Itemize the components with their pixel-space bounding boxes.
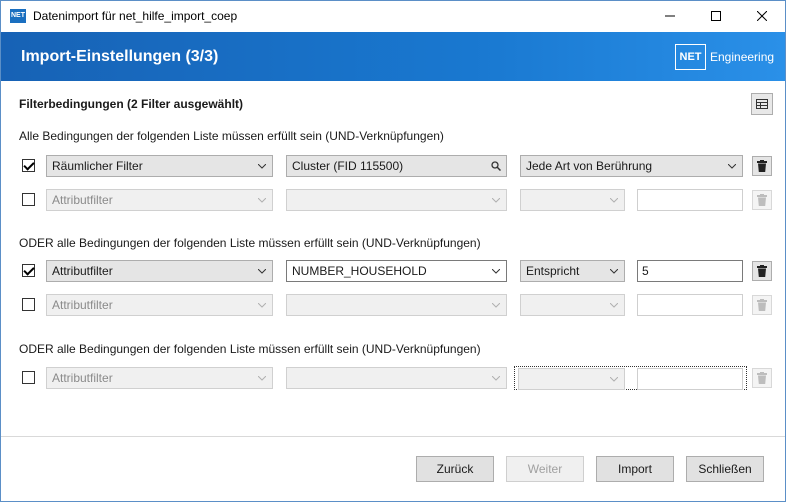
row-1-2-type-select[interactable]: Attributfilter (46, 189, 273, 211)
row-2-2-delete-button[interactable] (752, 295, 772, 315)
row-3-1-field-select[interactable] (286, 367, 507, 389)
close-icon (757, 11, 767, 21)
row-3-1-delete-button[interactable] (752, 368, 772, 388)
filter-heading: Filterbedingungen (2 Filter ausgewählt) (19, 97, 244, 111)
row-2-2-checkbox[interactable] (22, 298, 35, 311)
chevron-down-icon (609, 295, 619, 315)
chevron-down-icon (609, 261, 619, 281)
group-1-label: Alle Bedingungen der folgenden Liste müs… (19, 129, 444, 143)
chevron-down-icon (491, 190, 501, 210)
row-1-2-type-value: Attributfilter (52, 193, 113, 207)
minimize-icon (665, 15, 675, 17)
close-button[interactable]: Schließen (686, 456, 764, 482)
row-2-1-value-input[interactable]: 5 (637, 260, 743, 282)
row-1-2-checkbox[interactable] (22, 193, 35, 206)
trash-icon (757, 194, 767, 206)
trash-icon (757, 372, 767, 384)
row-1-1-operator-value: Jede Art von Berührung (526, 159, 653, 173)
row-1-1-checkbox[interactable] (22, 159, 35, 172)
close-window-button[interactable] (739, 1, 785, 31)
footer-divider (1, 436, 785, 437)
app-icon: NET (10, 9, 26, 23)
row-1-1-delete-button[interactable] (752, 156, 772, 176)
search-icon[interactable] (491, 156, 501, 176)
row-3-1-operator-select[interactable] (518, 368, 625, 390)
minimize-button[interactable] (647, 1, 693, 31)
row-1-1-field-value: Cluster (FID 115500) (292, 159, 404, 173)
trash-icon (757, 265, 767, 277)
row-3-1-type-select[interactable]: Attributfilter (46, 367, 273, 389)
row-1-2-value-input[interactable] (637, 189, 743, 211)
row-2-1-field-value: NUMBER_HOUSEHOLD (292, 264, 427, 278)
row-2-2-field-select[interactable] (286, 294, 507, 316)
row-2-1-checkbox[interactable] (22, 264, 35, 277)
row-2-2-operator-select[interactable] (520, 294, 625, 316)
row-1-2-delete-button[interactable] (752, 190, 772, 210)
chevron-down-icon (491, 295, 501, 315)
row-3-1-checkbox[interactable] (22, 371, 35, 384)
group-2-label: ODER alle Bedingungen der folgenden List… (19, 236, 481, 250)
chevron-down-icon (257, 295, 267, 315)
chevron-down-icon (257, 261, 267, 281)
row-1-1-field-picker[interactable]: Cluster (FID 115500) (286, 155, 507, 177)
trash-icon (757, 299, 767, 311)
import-dialog: NET Datenimport für net_hilfe_import_coe… (0, 0, 786, 502)
row-2-1-type-value: Attributfilter (52, 264, 113, 278)
net-logo: NET (675, 44, 706, 70)
row-2-2-value-input[interactable] (637, 294, 743, 316)
chevron-down-icon (727, 156, 737, 176)
chevron-down-icon (257, 156, 267, 176)
import-button[interactable]: Import (596, 456, 674, 482)
row-2-2-type-select[interactable]: Attributfilter (46, 294, 273, 316)
row-2-1-delete-button[interactable] (752, 261, 772, 281)
row-2-1-field-select[interactable]: NUMBER_HOUSEHOLD (286, 260, 507, 282)
next-button[interactable]: Weiter (506, 456, 584, 482)
row-1-1-operator-select[interactable]: Jede Art von Berührung (520, 155, 743, 177)
row-1-2-operator-select[interactable] (520, 189, 625, 211)
row-2-1-type-select[interactable]: Attributfilter (46, 260, 273, 282)
row-2-1-operator-select[interactable]: Entspricht (520, 260, 625, 282)
window-title: Datenimport für net_hilfe_import_coep (33, 9, 238, 23)
row-3-1-type-value: Attributfilter (52, 371, 113, 385)
chevron-down-icon (609, 190, 619, 210)
maximize-button[interactable] (693, 1, 739, 31)
chevron-down-icon (609, 369, 619, 389)
logo-text: Engineering (710, 50, 775, 64)
chevron-down-icon (257, 190, 267, 210)
chevron-down-icon (491, 368, 501, 388)
back-button[interactable]: Zurück (416, 456, 494, 482)
wizard-header: Import-Einstellungen (3/3) NET Engineeri… (1, 32, 785, 81)
row-3-1-value-input[interactable] (637, 368, 743, 390)
page-title: Import-Einstellungen (3/3) (21, 48, 219, 65)
row-2-1-operator-value: Entspricht (526, 264, 580, 278)
table-grid-icon (756, 99, 768, 109)
group-3-label: ODER alle Bedingungen der folgenden List… (19, 342, 481, 356)
row-2-2-type-value: Attributfilter (52, 298, 113, 312)
chevron-down-icon (491, 261, 501, 281)
maximize-icon (711, 11, 721, 21)
row-1-1-type-select[interactable]: Räumlicher Filter (46, 155, 273, 177)
row-1-1-type-value: Räumlicher Filter (52, 159, 143, 173)
table-view-button[interactable] (751, 93, 773, 115)
trash-icon (757, 160, 767, 172)
row-1-2-field-select[interactable] (286, 189, 507, 211)
chevron-down-icon (257, 368, 267, 388)
title-bar: NET Datenimport für net_hilfe_import_coe… (1, 1, 785, 31)
